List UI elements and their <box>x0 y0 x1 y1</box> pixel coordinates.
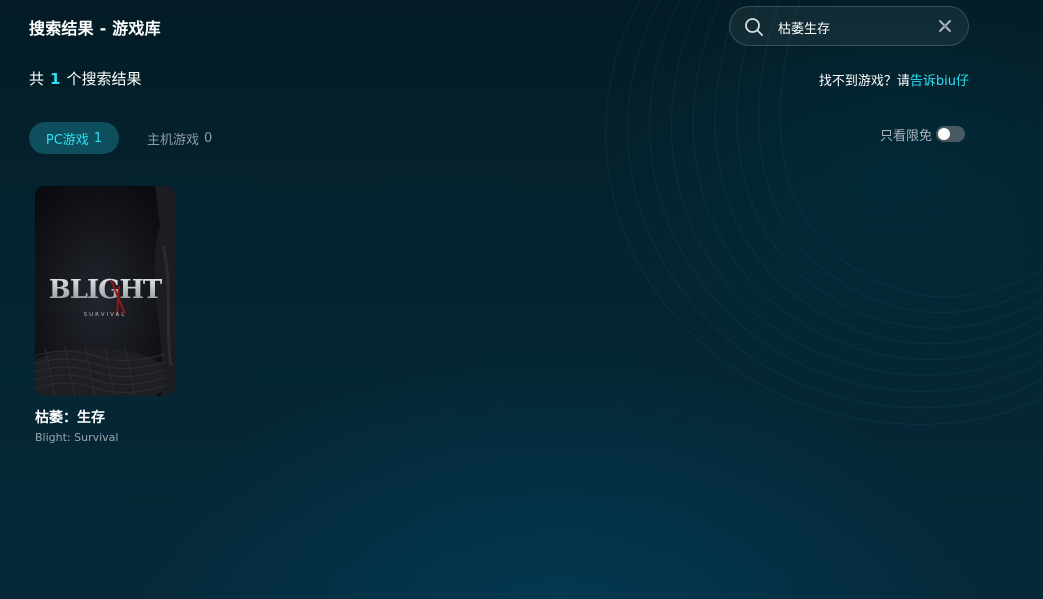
result-count-prefix: 共 <box>29 70 45 88</box>
free-only-filter: 只看限免 <box>880 124 966 144</box>
result-count: 共 1 个搜索结果 <box>29 68 141 89</box>
game-cover-art: BLIGHT SURVIVAL <box>35 186 175 396</box>
tab-pc-games[interactable]: PC游戏 1 <box>29 122 119 154</box>
game-subtitle: Blight: Survival <box>35 431 119 444</box>
tab-console-games-label: 主机游戏 <box>147 132 200 148</box>
tab-pc-games-count: 1 <box>93 130 103 146</box>
game-cover-image[interactable]: BLIGHT SURVIVAL <box>35 186 175 396</box>
toggle-knob <box>938 128 951 140</box>
search-box[interactable] <box>729 6 969 46</box>
background-rings-decoration <box>605 0 1043 425</box>
game-title[interactable]: 枯萎：生存 <box>35 407 175 427</box>
free-only-toggle[interactable] <box>936 126 966 142</box>
game-cover-tagline: SURVIVAL <box>84 312 127 318</box>
report-missing-game-link[interactable]: 告诉biu仔 <box>910 74 969 89</box>
result-count-suffix: 个搜索结果 <box>66 70 142 88</box>
close-icon[interactable] <box>938 19 952 33</box>
tab-pc-games-label: PC游戏 <box>45 132 89 148</box>
free-only-label: 只看限免 <box>880 128 933 144</box>
search-input[interactable] <box>778 17 928 37</box>
game-card[interactable]: BLIGHT SURVIVAL 枯萎：生存 Blight: Survival <box>35 186 175 444</box>
result-count-number: 1 <box>50 70 61 88</box>
tab-console-games[interactable]: 主机游戏 0 <box>147 122 212 154</box>
search-icon[interactable] <box>744 17 764 37</box>
tab-console-games-count: 0 <box>204 130 213 146</box>
missing-game-prompt: 找不到游戏？请告诉biu仔 <box>819 70 969 89</box>
missing-game-text: 找不到游戏？请 <box>818 74 910 89</box>
page-title: 搜索结果 - 游戏库 <box>29 19 161 38</box>
game-cover-logo: BLIGHT <box>49 275 163 305</box>
